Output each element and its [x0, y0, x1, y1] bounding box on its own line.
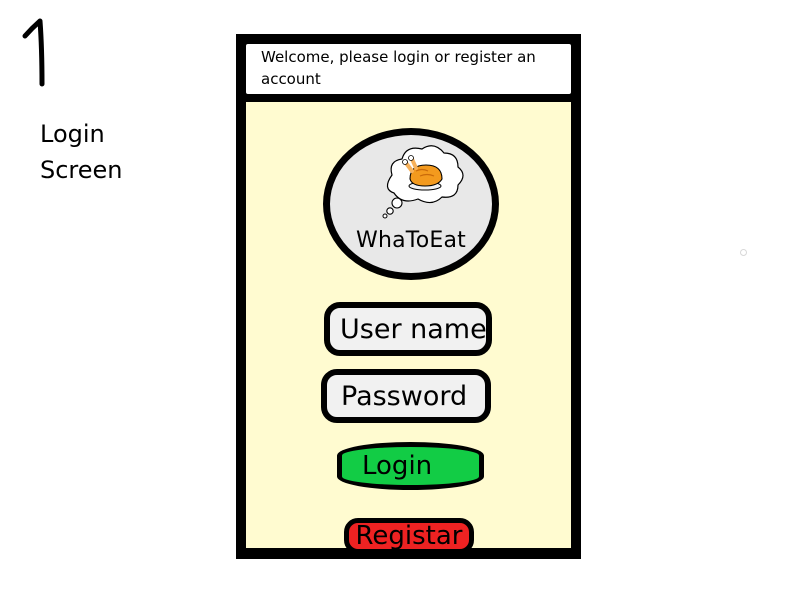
- register-button[interactable]: Registar: [344, 518, 474, 554]
- screen-number: [22, 18, 45, 87]
- login-panel: WhaToEat Login Registar: [246, 102, 571, 554]
- phone-frame: Welcome, please login or register an acc…: [236, 34, 581, 559]
- welcome-message: Welcome, please login or register an acc…: [246, 44, 571, 94]
- stray-dot: [740, 249, 747, 256]
- password-input[interactable]: [321, 369, 491, 423]
- login-button[interactable]: Login: [337, 442, 484, 490]
- app-logo: WhaToEat: [323, 128, 499, 280]
- username-input[interactable]: [324, 302, 492, 356]
- screen-label: Login Screen: [40, 120, 123, 184]
- app-name: WhaToEat: [356, 228, 466, 253]
